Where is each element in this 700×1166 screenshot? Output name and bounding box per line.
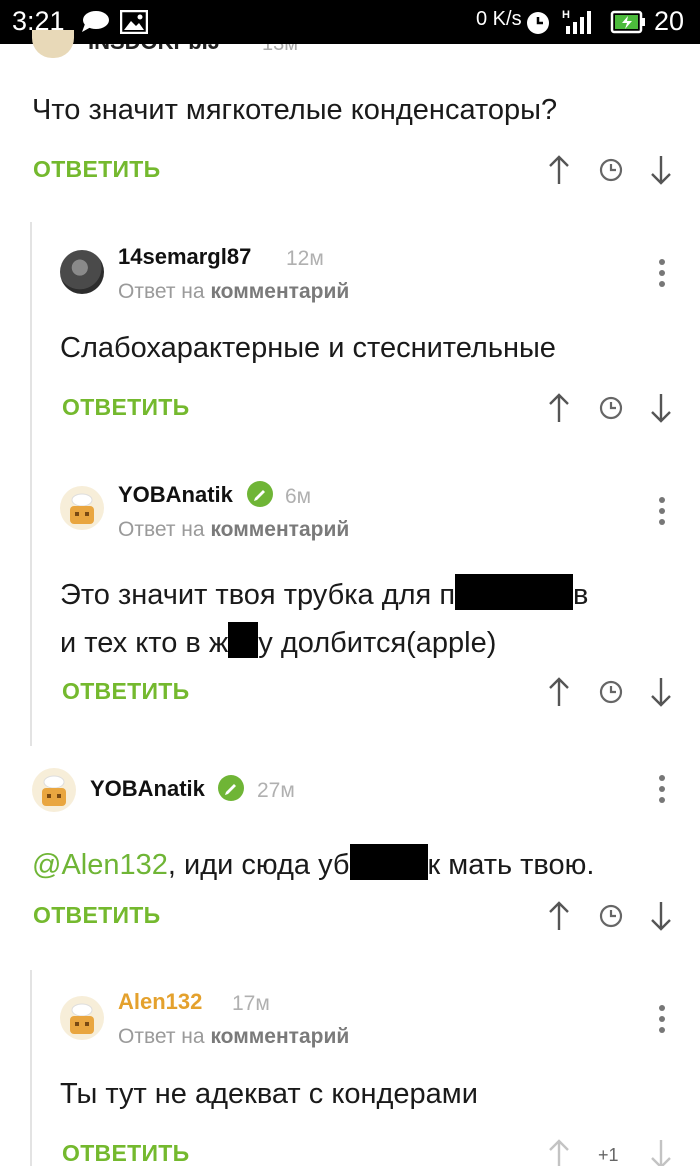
reply-to-line: Ответ на комментарий bbox=[118, 519, 349, 540]
comment-time: 6м bbox=[285, 485, 312, 508]
upvote-arrow-icon[interactable] bbox=[546, 392, 572, 424]
battery-icon bbox=[610, 10, 645, 34]
alarm-icon bbox=[527, 12, 549, 34]
comment-author[interactable]: 14semargl87 bbox=[118, 246, 251, 268]
reply-button[interactable]: ОТВЕТИТЬ bbox=[62, 680, 189, 703]
chat-bubble-icon bbox=[82, 11, 109, 32]
censor-block bbox=[228, 622, 259, 658]
reply-to-line: Ответ на комментарий bbox=[118, 281, 349, 302]
user-mention-link[interactable]: @Alen132 bbox=[32, 849, 168, 881]
svg-text:H: H bbox=[562, 9, 570, 21]
reply-to-prefix: Ответ на bbox=[118, 1025, 205, 1048]
clock-icon[interactable] bbox=[598, 676, 624, 708]
upvote-arrow-icon[interactable] bbox=[546, 154, 572, 186]
more-menu-icon[interactable] bbox=[658, 258, 666, 288]
reply-to-link[interactable]: комментарий bbox=[210, 518, 349, 541]
reply-button[interactable]: ОТВЕТИТЬ bbox=[62, 1142, 189, 1165]
downvote-arrow-icon[interactable] bbox=[648, 900, 674, 932]
upvote-arrow-icon[interactable] bbox=[546, 676, 572, 708]
clock-icon[interactable] bbox=[598, 900, 624, 932]
avatar[interactable] bbox=[32, 30, 74, 58]
avatar[interactable] bbox=[60, 250, 104, 294]
more-menu-icon[interactable] bbox=[658, 496, 666, 526]
clock-icon[interactable] bbox=[598, 392, 624, 424]
reply-button[interactable]: ОТВЕТИТЬ bbox=[62, 396, 189, 419]
verified-badge-icon bbox=[247, 481, 273, 507]
avatar[interactable] bbox=[32, 768, 76, 812]
reply-to-link[interactable]: комментарий bbox=[210, 1025, 349, 1048]
comment-text-line: Это значит твоя трубка для пв bbox=[60, 574, 588, 610]
upvote-arrow-icon[interactable] bbox=[546, 1138, 572, 1166]
more-menu-icon[interactable] bbox=[658, 774, 666, 804]
signal-icon: H bbox=[562, 9, 591, 34]
comment-text: Ты тут не адекват с кондерами bbox=[60, 1078, 478, 1110]
comment-time: 27м bbox=[257, 779, 295, 802]
rating-value: +1 bbox=[598, 1145, 619, 1165]
reply-button[interactable]: ОТВЕТИТЬ bbox=[33, 904, 160, 927]
network-speed: 0 K/s bbox=[476, 8, 522, 30]
downvote-arrow-icon[interactable] bbox=[648, 154, 674, 186]
verified-badge-icon bbox=[218, 775, 244, 801]
cat-chef-avatar-icon bbox=[42, 775, 66, 806]
comment-time: 12м bbox=[286, 247, 324, 270]
comment-author[interactable]: YOBAnatik bbox=[118, 484, 233, 506]
cat-chef-avatar-icon bbox=[70, 493, 94, 524]
comment-text-line: и тех кто в жу долбится(apple) bbox=[60, 622, 496, 658]
downvote-arrow-icon[interactable] bbox=[648, 1138, 674, 1166]
reply-to-line: Ответ на комментарий bbox=[118, 1026, 349, 1047]
reply-to-prefix: Ответ на bbox=[118, 518, 205, 541]
downvote-arrow-icon[interactable] bbox=[648, 676, 674, 708]
downvote-arrow-icon[interactable] bbox=[648, 392, 674, 424]
avatar[interactable] bbox=[60, 996, 104, 1040]
thread-line bbox=[30, 970, 32, 1166]
censor-block bbox=[349, 844, 428, 880]
comment-author[interactable]: Alen132 bbox=[118, 991, 202, 1013]
avatar[interactable] bbox=[60, 486, 104, 530]
more-menu-icon[interactable] bbox=[658, 1004, 666, 1034]
comment-text: Что значит мягкотелые конденсаторы? bbox=[32, 94, 558, 126]
comment-author[interactable]: YOBAnatik bbox=[90, 778, 205, 800]
image-icon bbox=[120, 10, 148, 34]
cat-chef-avatar-icon bbox=[70, 1003, 94, 1034]
upvote-arrow-icon[interactable] bbox=[546, 900, 572, 932]
status-bar: 3:21 0 K/s H 20 bbox=[0, 0, 700, 44]
reply-button[interactable]: ОТВЕТИТЬ bbox=[33, 158, 160, 181]
reply-to-prefix: Ответ на bbox=[118, 280, 205, 303]
comment-text: Слабохарактерные и стеснительные bbox=[60, 332, 556, 364]
battery-level: 20 bbox=[654, 6, 685, 36]
clock-icon[interactable] bbox=[598, 154, 624, 186]
censor-block bbox=[455, 574, 574, 610]
comment-text: @Alen132, иди сюда уб к мать твою. bbox=[32, 844, 594, 880]
thread-line bbox=[30, 222, 32, 746]
comment-time: 17м bbox=[232, 992, 270, 1015]
reply-to-link[interactable]: комментарий bbox=[210, 280, 349, 303]
